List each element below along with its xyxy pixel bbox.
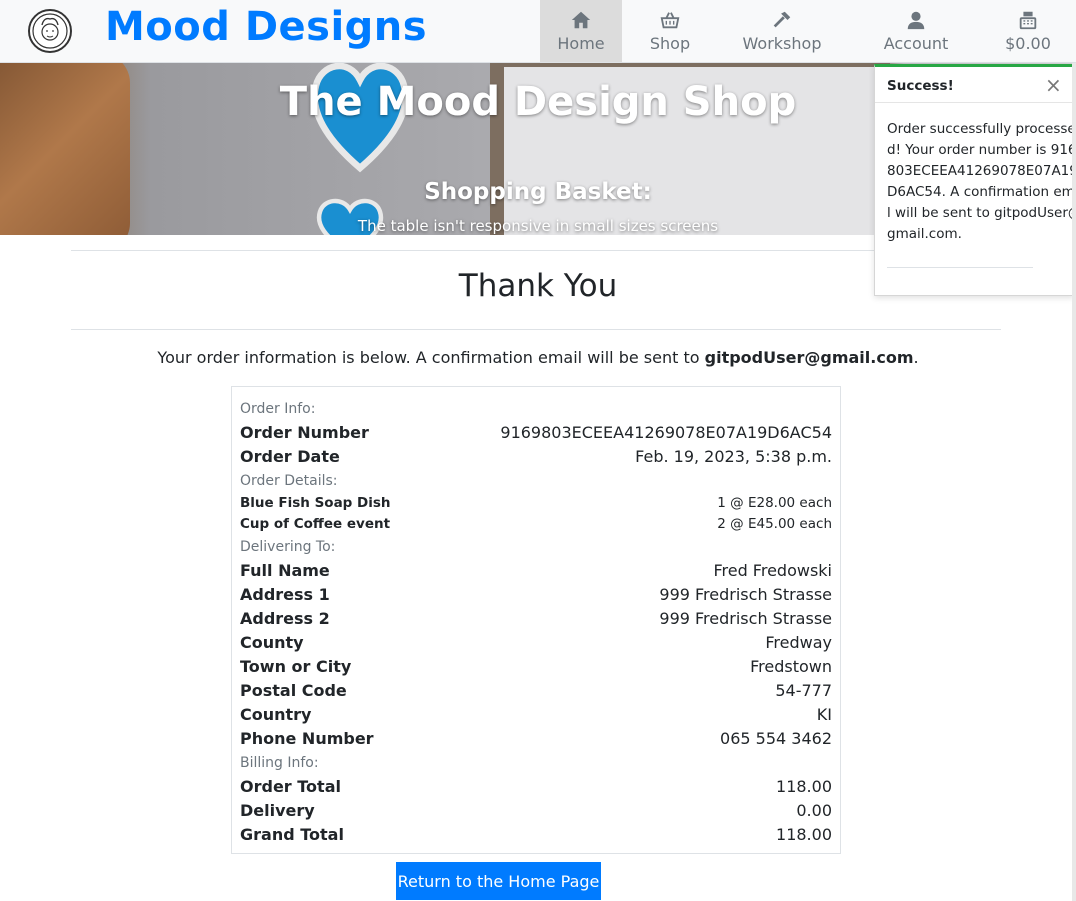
- nav-basket-total-label: $0.00: [1005, 34, 1051, 53]
- billing-row: Order Total 118.00: [240, 777, 832, 801]
- delivery-row: Postal Code 54-777: [240, 681, 832, 705]
- nav-shop[interactable]: Shop: [634, 0, 706, 62]
- line-item-qty: 1 @ E28.00 each: [717, 495, 832, 511]
- billing-value: 118.00: [776, 777, 832, 796]
- section-order-details: Order Details:: [240, 473, 338, 489]
- order-date-label: Order Date: [240, 447, 340, 466]
- billing-row: Delivery 0.00: [240, 801, 832, 825]
- delivery-row: Address 1 999 Fredrisch Strasse: [240, 585, 832, 609]
- toast-divider: [887, 267, 1033, 268]
- billing-value: 0.00: [796, 801, 832, 820]
- order-intro: Your order information is below. A confi…: [0, 348, 1076, 367]
- delivery-row: Town or City Fredstown: [240, 657, 832, 681]
- basket-icon: [634, 9, 706, 31]
- delivery-label: County: [240, 633, 304, 652]
- section-delivering-to: Delivering To:: [240, 539, 336, 555]
- divider: [71, 329, 1001, 330]
- logo-icon[interactable]: [28, 9, 72, 53]
- site-header: Mood Designs Home Shop Workshop Account …: [0, 0, 1076, 63]
- nav-account-label: Account: [883, 34, 949, 53]
- delivery-value: 999 Fredrisch Strasse: [659, 585, 832, 604]
- toast-header: Success! ×: [875, 67, 1073, 103]
- success-toast: Success! × Order successfully processed!…: [874, 64, 1076, 296]
- delivery-value: 065 554 3462: [720, 729, 832, 748]
- delivery-label: Phone Number: [240, 729, 374, 748]
- nav-home[interactable]: Home: [540, 0, 622, 62]
- delivery-value: Fred Fredowski: [713, 561, 832, 580]
- toast-message: Order successfully processed! Your order…: [887, 121, 1076, 242]
- line-item-qty: 2 @ E45.00 each: [717, 516, 832, 532]
- order-summary: Order Info: Order Number 9169803ECEEA412…: [231, 386, 841, 854]
- section-order-info: Order Info:: [240, 401, 316, 417]
- brand-name[interactable]: Mood Designs: [105, 4, 427, 50]
- line-item-name: Blue Fish Soap Dish: [240, 495, 391, 511]
- delivery-row: Phone Number 065 554 3462: [240, 729, 832, 753]
- nav-workshop-label: Workshop: [742, 34, 822, 53]
- order-date-value: Feb. 19, 2023, 5:38 p.m.: [635, 447, 832, 466]
- divider: [71, 250, 1001, 251]
- billing-value: 118.00: [776, 825, 832, 844]
- intro-email: gitpodUser@gmail.com: [704, 348, 914, 367]
- delivery-label: Postal Code: [240, 681, 347, 700]
- section-billing-info: Billing Info:: [240, 755, 319, 771]
- nav-home-label: Home: [557, 34, 605, 53]
- order-date-row: Order Date Feb. 19, 2023, 5:38 p.m.: [240, 447, 832, 471]
- billing-row: Grand Total 118.00: [240, 825, 832, 849]
- toast-title: Success!: [887, 78, 954, 94]
- nav-basket-total[interactable]: $0.00: [996, 0, 1060, 62]
- delivery-label: Town or City: [240, 657, 352, 676]
- user-icon: [876, 9, 956, 31]
- scrollbar[interactable]: [1072, 63, 1076, 901]
- delivery-label: Country: [240, 705, 312, 724]
- order-number-row: Order Number 9169803ECEEA41269078E07A19D…: [240, 423, 832, 447]
- delivery-value: 54-777: [775, 681, 832, 700]
- return-home-button[interactable]: Return to the Home Page: [396, 862, 601, 900]
- delivery-value: KI: [816, 705, 832, 724]
- delivery-label: Address 2: [240, 609, 330, 628]
- line-item: Blue Fish Soap Dish 1 @ E28.00 each: [240, 495, 832, 515]
- nav-workshop[interactable]: Workshop: [736, 0, 828, 62]
- delivery-row: County Fredway: [240, 633, 832, 657]
- close-icon[interactable]: ×: [1045, 73, 1062, 97]
- order-number-label: Order Number: [240, 423, 369, 442]
- intro-end: .: [913, 348, 919, 367]
- home-icon: [540, 9, 622, 31]
- delivery-value: Fredway: [765, 633, 832, 652]
- hammer-icon: [736, 9, 828, 31]
- delivery-label: Full Name: [240, 561, 330, 580]
- delivery-value: 999 Fredrisch Strasse: [659, 609, 832, 628]
- billing-label: Delivery: [240, 801, 315, 820]
- billing-label: Order Total: [240, 777, 341, 796]
- billing-label: Grand Total: [240, 825, 344, 844]
- delivery-row: Full Name Fred Fredowski: [240, 561, 832, 585]
- delivery-label: Address 1: [240, 585, 330, 604]
- line-item-name: Cup of Coffee event: [240, 516, 391, 532]
- intro-text: Your order information is below. A confi…: [157, 348, 705, 367]
- delivery-value: Fredstown: [750, 657, 832, 676]
- order-number-value: 9169803ECEEA41269078E07A19D6AC54: [500, 423, 832, 442]
- cash-register-icon: [996, 9, 1060, 31]
- line-item: Cup of Coffee event 2 @ E45.00 each: [240, 516, 832, 536]
- nav-shop-label: Shop: [649, 34, 691, 53]
- delivery-row: Country KI: [240, 705, 832, 729]
- delivery-row: Address 2 999 Fredrisch Strasse: [240, 609, 832, 633]
- nav-account[interactable]: Account: [876, 0, 956, 62]
